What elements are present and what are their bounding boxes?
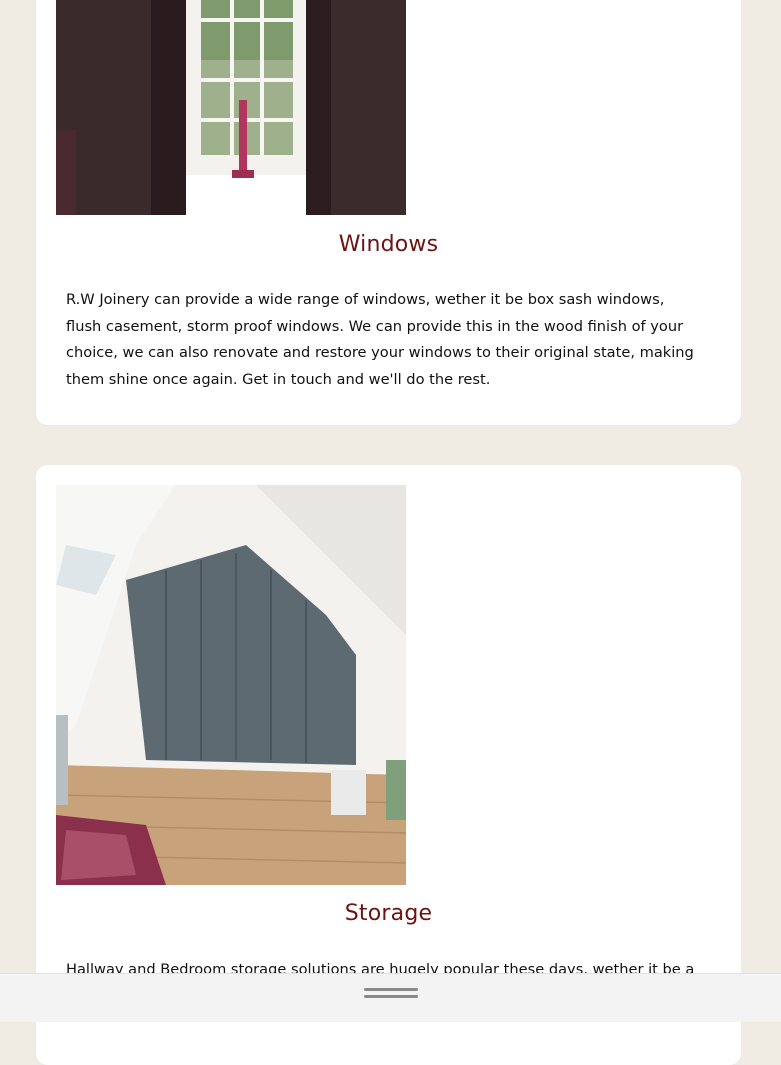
section-title-windows: Windows [338, 232, 439, 257]
bottom-drawer-bar[interactable] [0, 973, 781, 1022]
storage-photo [56, 485, 406, 885]
section-title-storage: Storage [344, 901, 433, 926]
windows-photo [56, 0, 406, 215]
section-body-windows: R.W Joinery can provide a wide range of … [66, 291, 694, 388]
windows-section-card: Windows R.W Joinery can provide a wide r… [36, 0, 741, 425]
drag-handle-icon[interactable] [363, 988, 418, 1002]
